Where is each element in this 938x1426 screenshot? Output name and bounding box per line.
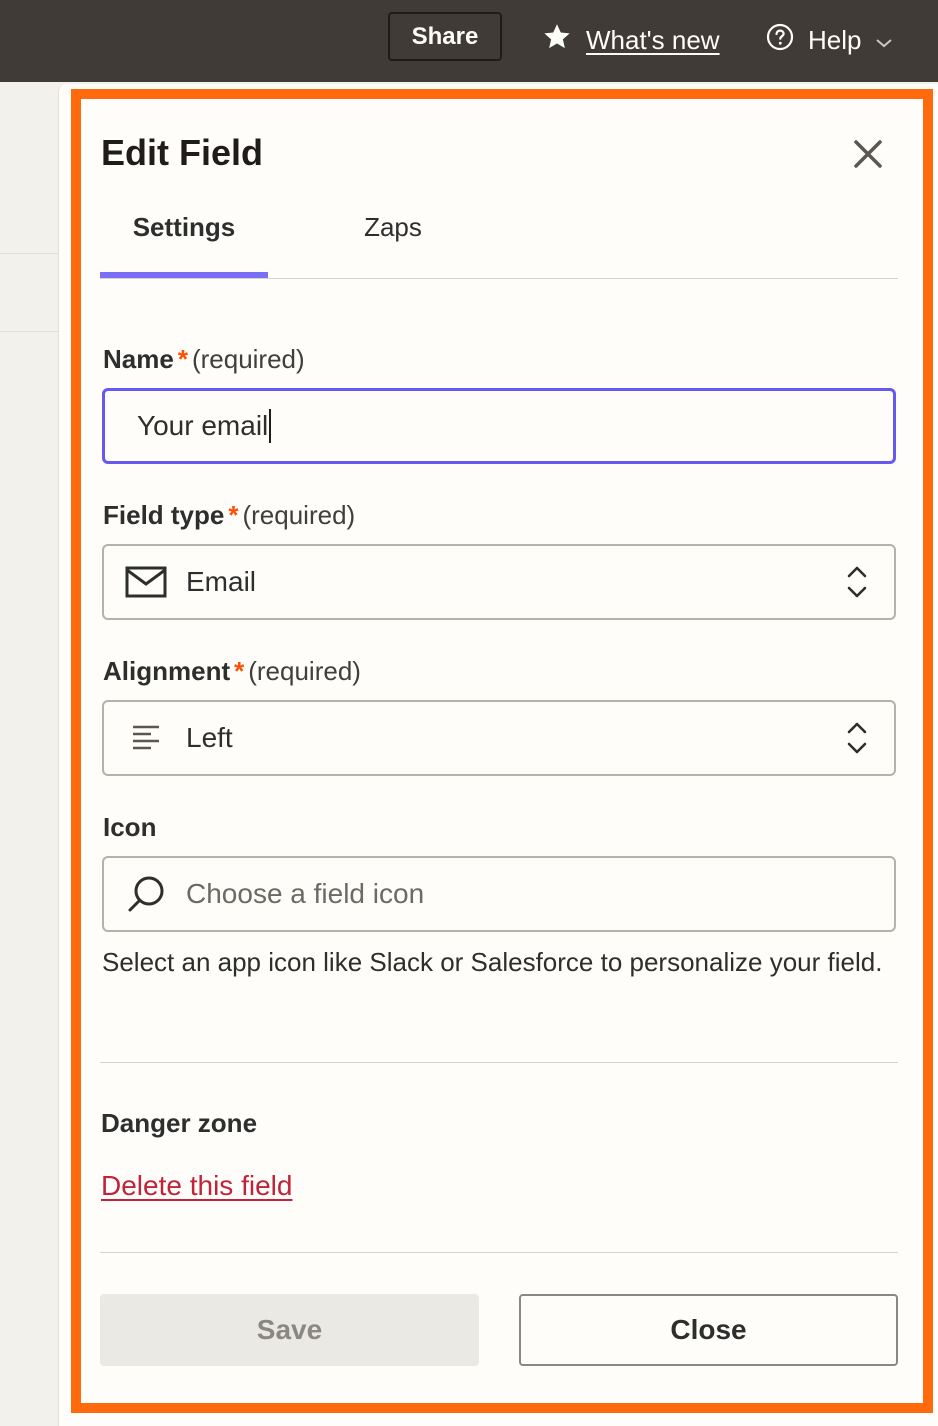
delete-field-link[interactable]: Delete this field <box>101 1170 292 1202</box>
active-tab-indicator <box>100 272 268 278</box>
name-label: Name * (required) <box>103 344 305 374</box>
help-label: Help <box>808 24 862 55</box>
chevron-up-down-icon <box>846 720 868 763</box>
share-button[interactable]: Share <box>388 12 502 61</box>
whats-new-label: What's new <box>586 24 720 55</box>
divider <box>100 1062 898 1063</box>
alignment-select[interactable]: Left <box>102 700 896 776</box>
question-circle-icon <box>766 23 794 58</box>
divider <box>0 253 60 254</box>
close-button[interactable]: Close <box>519 1294 898 1366</box>
tab-label: Settings <box>132 212 236 242</box>
field-type-label: Field type * (required) <box>103 500 356 530</box>
star-icon <box>542 22 572 59</box>
icon-help-text: Select an app icon like Slack or Salesfo… <box>102 947 883 977</box>
envelope-icon <box>124 564 168 600</box>
text-cursor <box>269 409 272 443</box>
tabs-divider <box>100 278 898 279</box>
icon-label: Icon <box>103 812 157 842</box>
tab-settings[interactable]: Settings <box>100 212 268 278</box>
chevron-up-down-icon <box>846 564 868 607</box>
field-type-value: Email <box>186 566 257 597</box>
divider <box>100 1252 898 1253</box>
tab-zaps[interactable]: Zaps <box>330 212 456 243</box>
align-left-icon <box>124 720 168 756</box>
help-menu[interactable]: Help <box>766 20 893 60</box>
name-input-value: Your email <box>137 410 269 441</box>
field-type-select[interactable]: Email <box>102 544 896 620</box>
icon-search-input[interactable]: Choose a field icon <box>102 856 896 932</box>
close-icon[interactable] <box>848 134 888 174</box>
top-bar: Share What's new Help <box>0 0 938 82</box>
icon-placeholder: Choose a field icon <box>186 878 425 909</box>
background-canvas <box>0 82 60 1426</box>
save-button[interactable]: Save <box>100 1294 479 1366</box>
whats-new-link[interactable]: What's new <box>542 20 720 60</box>
alignment-label: Alignment * (required) <box>103 656 361 686</box>
tab-label: Zaps <box>364 212 422 242</box>
chevron-down-icon <box>875 25 893 56</box>
alignment-value: Left <box>186 722 233 753</box>
search-icon <box>124 874 168 914</box>
name-input[interactable]: Your email <box>102 388 896 464</box>
panel-title: Edit Field <box>101 132 263 173</box>
divider <box>0 331 60 332</box>
danger-zone-title: Danger zone <box>101 1108 258 1138</box>
